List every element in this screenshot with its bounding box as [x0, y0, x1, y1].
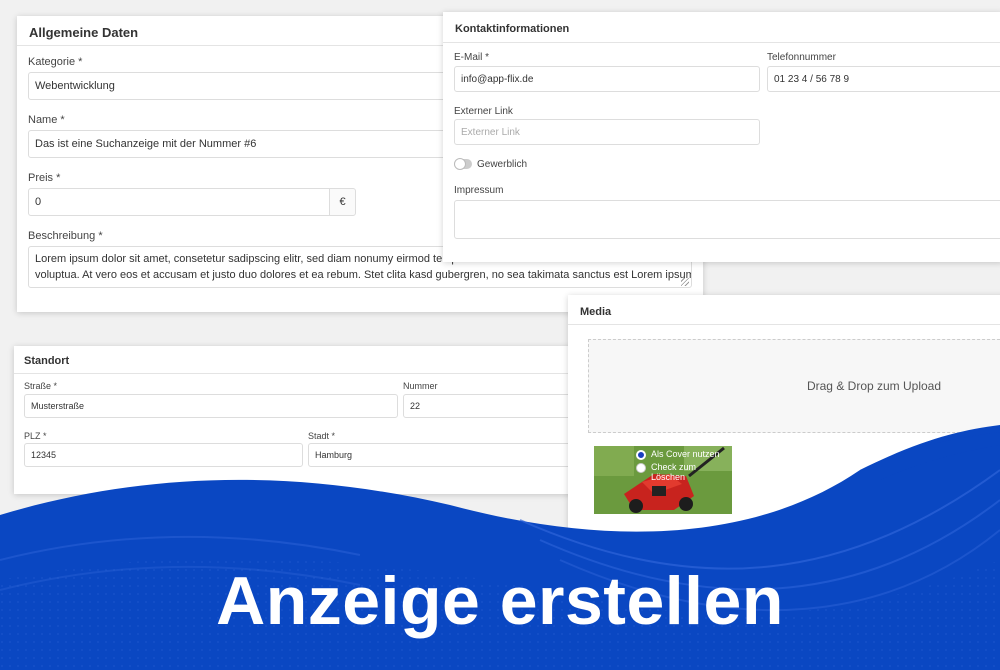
banner-headline: Anzeige erstellen [216, 563, 784, 639]
